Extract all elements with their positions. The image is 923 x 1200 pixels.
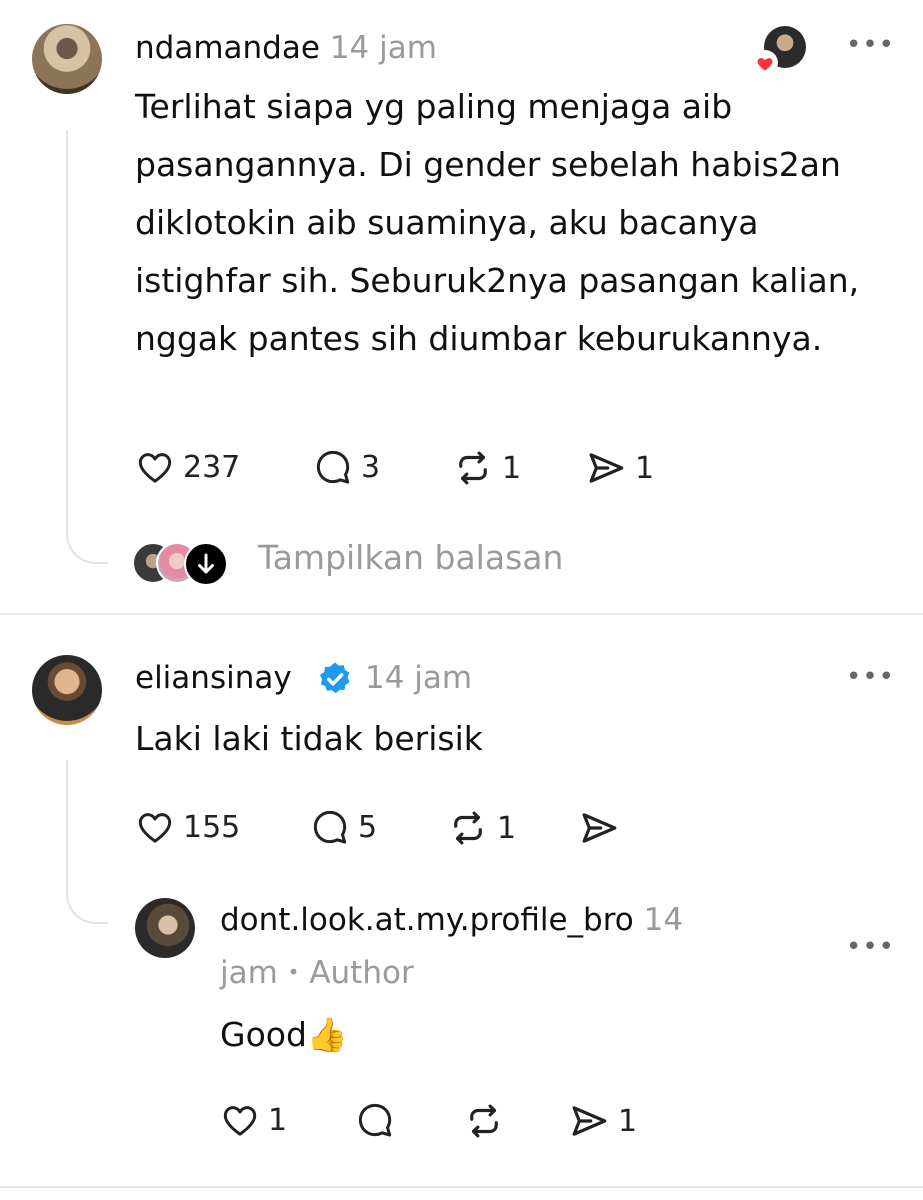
repost-icon bbox=[470, 1104, 498, 1138]
reply-header: dont.look.at.my.profile_bro 14 bbox=[220, 902, 683, 938]
avatar[interactable] bbox=[32, 24, 102, 94]
thread-line bbox=[66, 760, 68, 878]
send-icon bbox=[582, 813, 617, 843]
repost-count: 1 bbox=[502, 450, 522, 486]
timestamp: 14 bbox=[643, 902, 684, 938]
thread-curve bbox=[66, 510, 108, 564]
reply-button[interactable] bbox=[355, 1100, 395, 1140]
comment-icon bbox=[313, 810, 347, 844]
heart-icon bbox=[223, 1106, 257, 1136]
like-count: 1 bbox=[268, 1102, 288, 1138]
comment-icon bbox=[358, 1103, 392, 1137]
more-options-icon[interactable]: ••• bbox=[846, 30, 895, 60]
separator: • bbox=[287, 960, 300, 984]
divider bbox=[0, 1186, 923, 1188]
share-button[interactable]: 1 bbox=[585, 447, 654, 489]
share-count: 1 bbox=[618, 1103, 638, 1139]
send-icon bbox=[589, 453, 624, 483]
like-count: 237 bbox=[183, 449, 241, 485]
repost-icon bbox=[454, 811, 482, 845]
username[interactable]: dont.look.at.my.profile_bro bbox=[220, 902, 634, 938]
reply-count: 3 bbox=[361, 449, 381, 485]
thread-curve bbox=[66, 862, 108, 924]
repost-icon bbox=[459, 451, 487, 485]
show-replies-arrow-icon bbox=[184, 542, 228, 586]
repost-count: 1 bbox=[497, 810, 517, 846]
timestamp: 14 jam bbox=[329, 30, 437, 66]
divider bbox=[0, 613, 923, 615]
username[interactable]: eliansinay bbox=[135, 660, 292, 696]
username[interactable]: ndamandae bbox=[135, 30, 320, 66]
heart-icon bbox=[138, 453, 172, 483]
author-badge: Author bbox=[309, 955, 414, 991]
like-button[interactable]: 1 bbox=[220, 1100, 287, 1140]
verified-badge-icon bbox=[316, 660, 354, 698]
timestamp: 14 jam bbox=[365, 660, 473, 696]
repost-button[interactable] bbox=[463, 1100, 505, 1142]
reply-button[interactable]: 3 bbox=[313, 447, 380, 487]
like-button[interactable]: 155 bbox=[135, 807, 240, 847]
like-count: 155 bbox=[183, 809, 241, 845]
share-count: 1 bbox=[635, 450, 655, 486]
share-button[interactable] bbox=[578, 807, 620, 849]
repost-button[interactable]: 1 bbox=[452, 447, 521, 489]
post-header: ndamandae 14 jam bbox=[135, 30, 437, 66]
timestamp-continued: jam bbox=[220, 955, 278, 991]
heart-badge-icon bbox=[752, 50, 778, 76]
avatar[interactable] bbox=[32, 655, 102, 725]
comment-icon bbox=[316, 450, 350, 484]
like-button[interactable]: 237 bbox=[135, 447, 240, 487]
avatar[interactable] bbox=[135, 898, 195, 958]
thread-line bbox=[66, 130, 68, 525]
repost-button[interactable]: 1 bbox=[447, 807, 516, 849]
heart-icon bbox=[138, 813, 172, 843]
reply-count: 5 bbox=[358, 809, 378, 845]
replier-avatars[interactable] bbox=[132, 538, 232, 586]
reply-meta: jam • Author bbox=[220, 955, 414, 991]
post-text: Laki laki tidak berisik bbox=[135, 719, 483, 758]
post-header: eliansinay bbox=[135, 660, 292, 696]
reply-text: Good👍 bbox=[220, 1015, 348, 1054]
more-options-icon[interactable]: ••• bbox=[846, 662, 895, 692]
post-text: Terlihat siapa yg paling menjaga aib pas… bbox=[135, 87, 860, 358]
share-button[interactable]: 1 bbox=[568, 1100, 637, 1142]
reply-button[interactable]: 5 bbox=[310, 807, 377, 847]
send-icon bbox=[572, 1106, 607, 1136]
more-options-icon[interactable]: ••• bbox=[846, 932, 895, 962]
show-replies-link[interactable]: Tampilkan balasan bbox=[258, 538, 563, 577]
